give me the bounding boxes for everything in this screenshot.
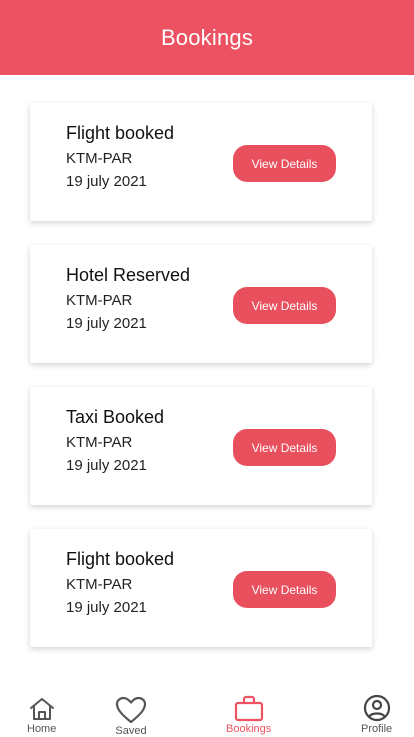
booking-date: 19 july 2021 [66,315,147,332]
booking-card: Flight booked KTM-PAR 19 july 2021 View … [30,529,372,647]
nav-label-profile: Profile [361,723,393,735]
view-details-button[interactable]: View Details [233,429,336,466]
booking-date: 19 july 2021 [66,173,147,190]
nav-item-bookings[interactable]: Bookings [226,695,271,735]
booking-route: KTM-PAR [66,434,133,451]
booking-date: 19 july 2021 [66,599,147,616]
booking-route: KTM-PAR [66,150,133,167]
page-title: Bookings [160,24,254,50]
heart-icon [115,696,147,724]
nav-item-profile[interactable]: Profile [361,694,392,735]
view-details-button[interactable]: View Details [233,571,336,608]
nav-label-saved: Saved [115,725,147,737]
view-details-button[interactable]: View Details [233,287,336,324]
booking-route: KTM-PAR [66,576,133,593]
booking-title: Taxi Booked [66,407,165,427]
booking-card: Hotel Reserved KTM-PAR 19 july 2021 View… [30,245,372,363]
booking-title: Flight booked [66,549,175,569]
booking-card: Flight booked KTM-PAR 19 july 2021 View … [30,103,372,221]
app-header: Bookings [0,0,414,75]
view-details-button[interactable]: View Details [233,145,336,182]
nav-label-home: Home [27,723,57,735]
booking-date: 19 july 2021 [66,457,147,474]
nav-item-saved[interactable]: Saved [115,696,147,737]
booking-route: KTM-PAR [66,292,133,309]
briefcase-icon [234,695,263,722]
booking-title: Flight booked [66,123,175,143]
home-icon [29,698,54,720]
booking-title: Hotel Reserved [66,265,191,285]
nav-item-home[interactable]: Home [27,696,56,735]
nav-label-bookings: Bookings [226,723,272,735]
bottom-nav: Home Saved Bookings Profile [0,690,414,737]
booking-card: Taxi Booked KTM-PAR 19 july 2021 View De… [30,387,372,505]
user-circle-icon [363,694,390,722]
